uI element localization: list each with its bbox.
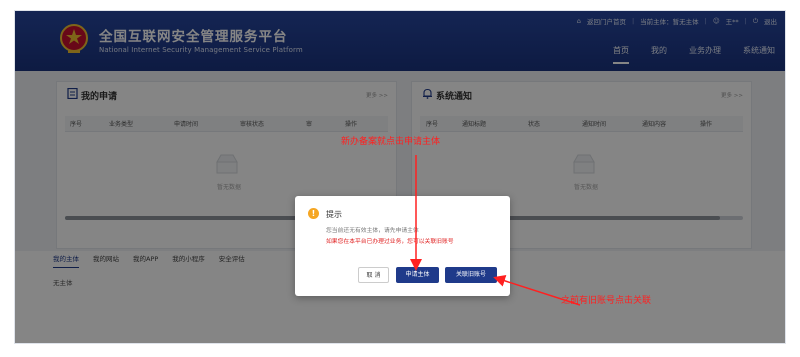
app-window: 全国互联网安全管理服务平台 National Internet Security… <box>14 10 786 344</box>
annotation-apply-hint: 新办备案就点击申请主体 <box>341 137 441 147</box>
link-old-account-button[interactable]: 关联旧账号 <box>445 267 497 283</box>
dialog-message: 您当前还无有效主体，请先申请主体 <box>326 228 419 234</box>
prompt-dialog: ! 提示 您当前还无有效主体，请先申请主体 如果您在本平台已办理过业务，您可以关… <box>295 196 510 296</box>
dialog-note: 如果您在本平台已办理过业务，您可以关联旧账号 <box>326 239 454 245</box>
dialog-title: 提示 <box>326 210 342 219</box>
warning-icon: ! <box>308 208 319 219</box>
cancel-button[interactable]: 取 消 <box>358 267 389 283</box>
annotation-link-hint: 之前有旧账号点击关联 <box>561 296 652 306</box>
apply-subject-button[interactable]: 申请主体 <box>396 267 439 283</box>
